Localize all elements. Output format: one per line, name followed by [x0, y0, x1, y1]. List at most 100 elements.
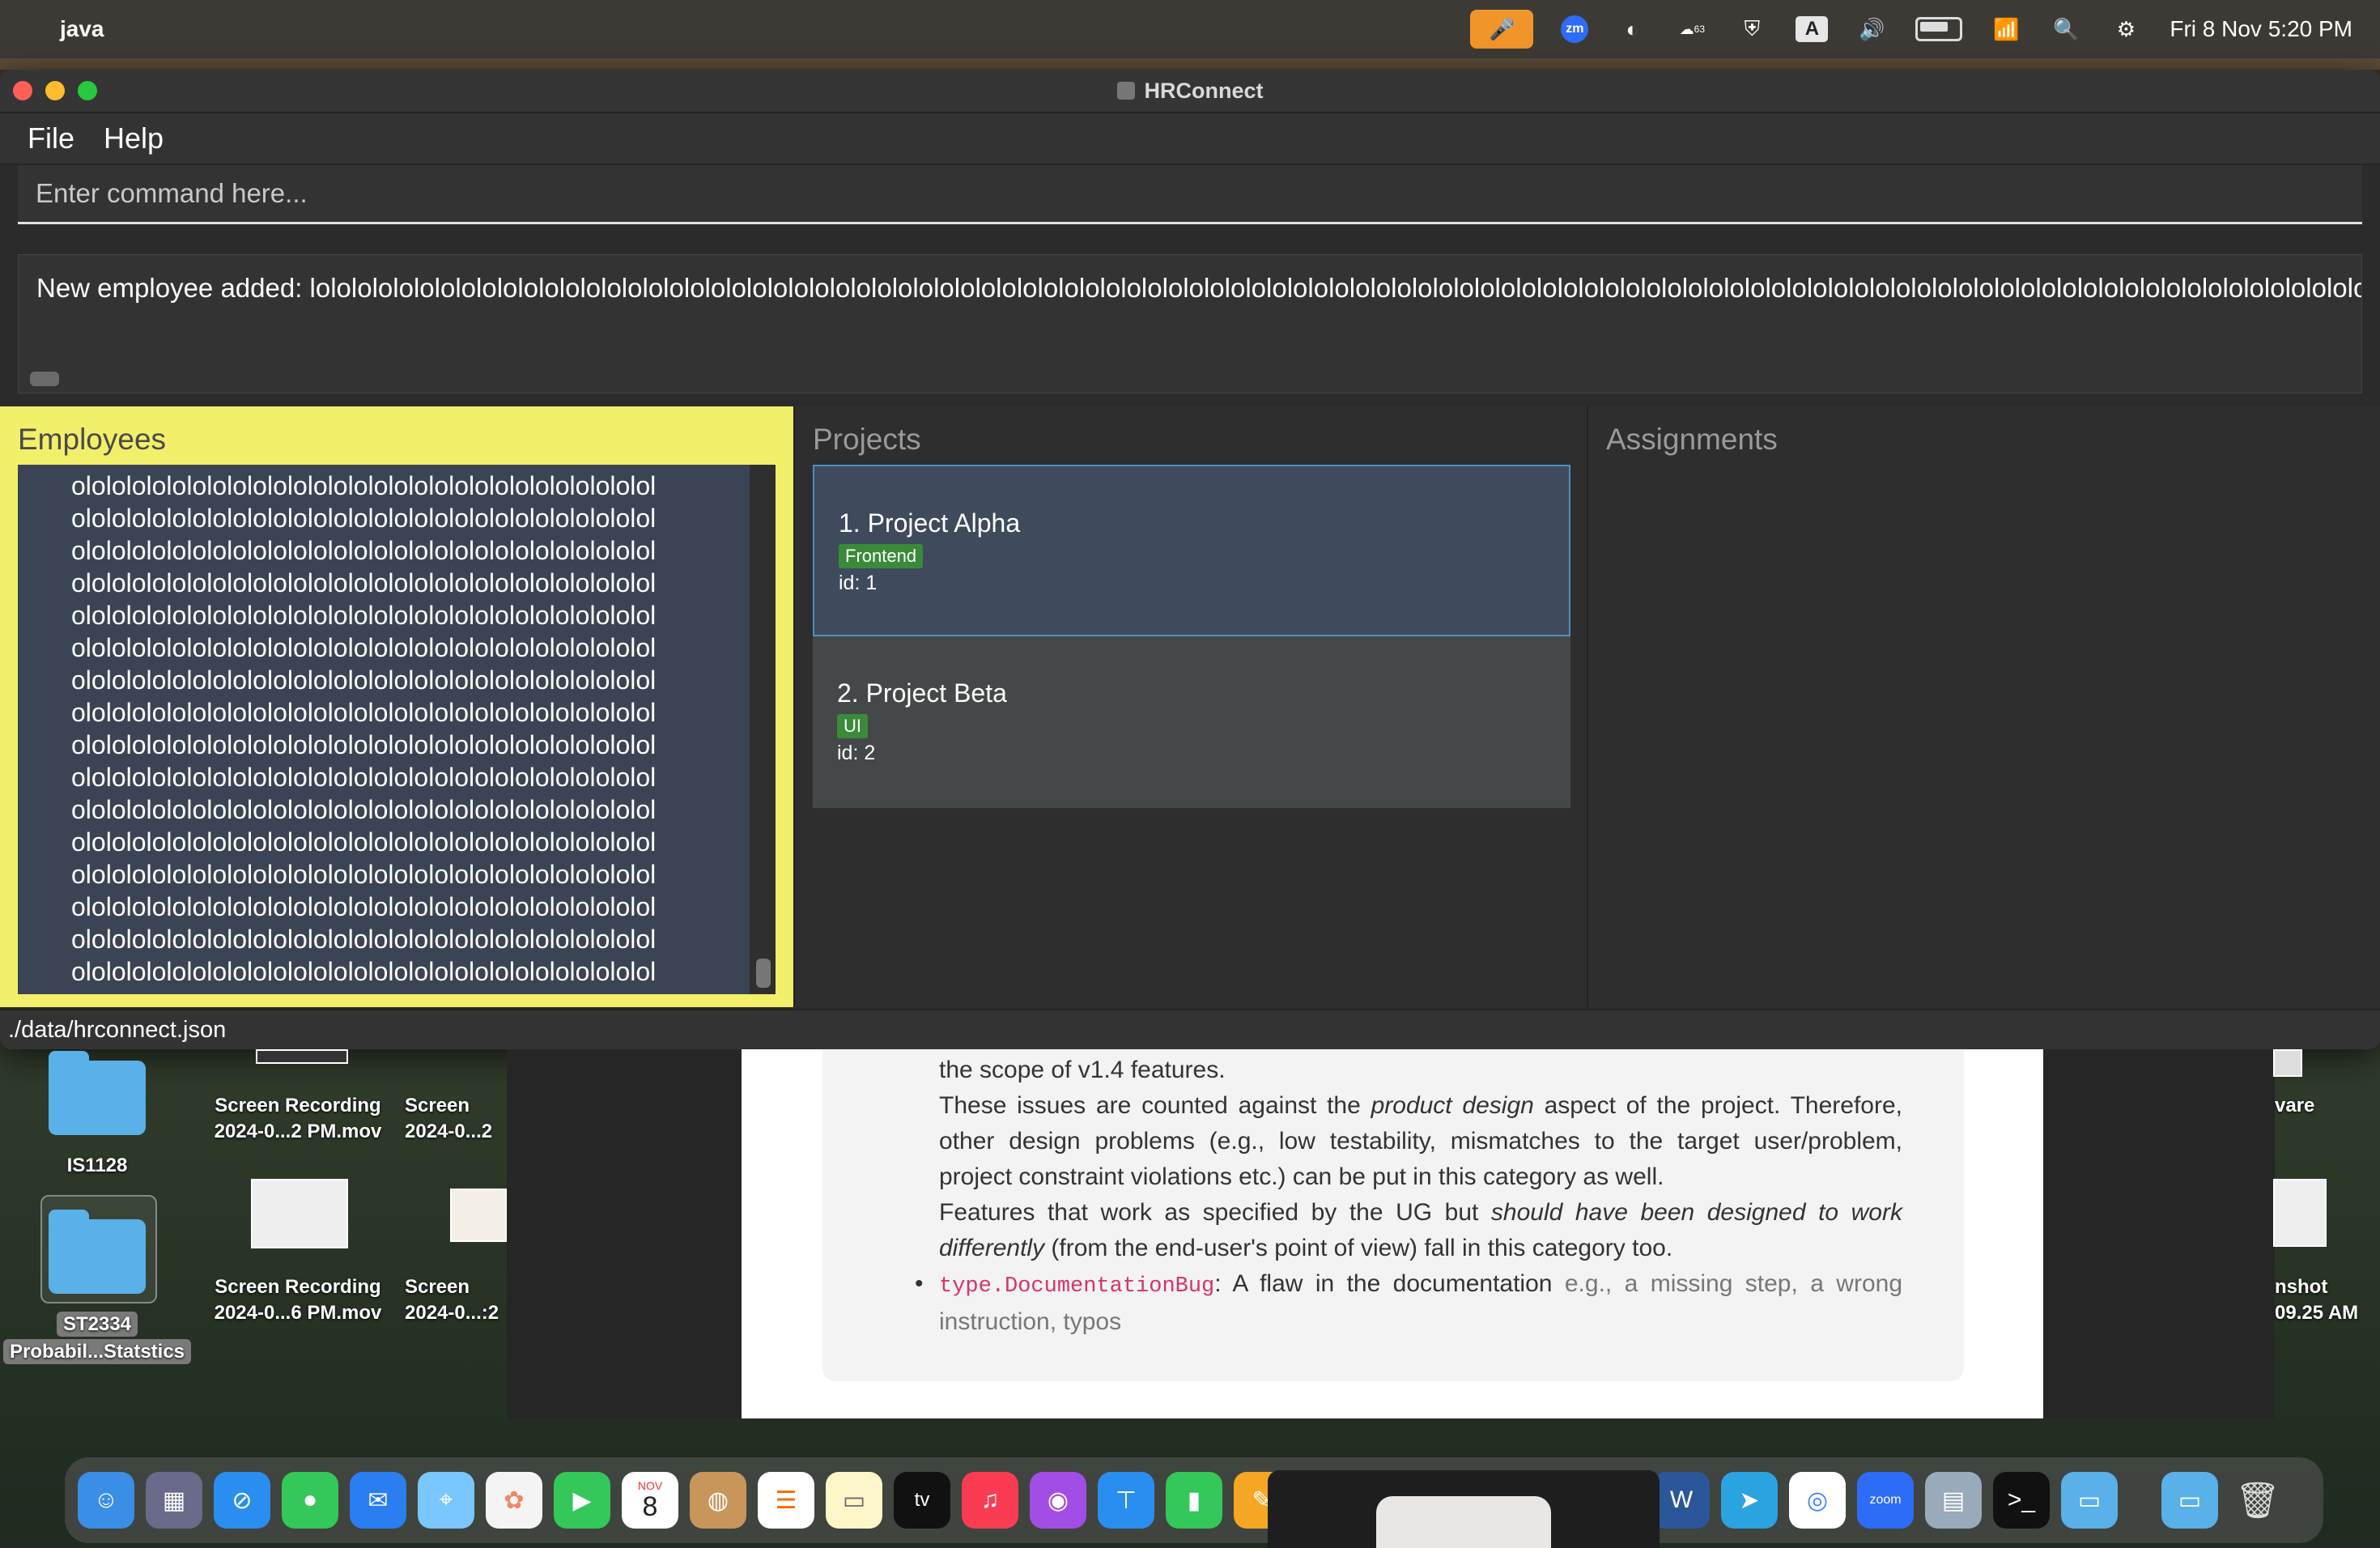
messages-icon[interactable]: ● [282, 1472, 338, 1529]
folder-icon[interactable] [49, 1051, 146, 1135]
image-thumbnail[interactable] [450, 1189, 507, 1242]
bullet-icon: • [915, 1270, 924, 1297]
desktop-item-label-wrap: ST2334 [32, 1312, 162, 1337]
menu-help[interactable]: Help [104, 121, 164, 155]
numbers-icon[interactable]: ▮ [1166, 1472, 1222, 1529]
calendar-icon[interactable]: NOV 8 [622, 1472, 678, 1529]
keynote-icon[interactable]: ⊤ [1098, 1472, 1154, 1529]
reminders-icon[interactable]: ☰ [758, 1472, 814, 1529]
desktop-item-label[interactable]: 2024-0...2 [405, 1121, 507, 1143]
list-item: olololololololololololololololololololol… [71, 536, 657, 565]
menubar-clock[interactable]: Fri 8 Nov 5:20 PM [2170, 16, 2352, 42]
desktop-item-label[interactable]: Screen [405, 1095, 507, 1117]
podcasts-icon[interactable]: ◉ [1030, 1472, 1086, 1529]
doc-text: These issues are counted against the [939, 1092, 1371, 1119]
desktop-item-label[interactable]: Screen [405, 1276, 507, 1299]
app-menu-name[interactable]: java [60, 16, 104, 42]
doc-bullet: • type.DocumentationBug: A flaw in the do… [915, 1266, 1902, 1340]
shield-icon[interactable]: ⛨ [1736, 13, 1768, 45]
microphone-icon[interactable]: 🎤 [1470, 10, 1534, 49]
project-card[interactable]: 2. Project Beta UI id: 2 [813, 636, 1570, 808]
apple-tv-icon[interactable]: tv [894, 1472, 950, 1529]
mail-icon[interactable]: ✉ [350, 1472, 406, 1529]
wifi-icon[interactable]: 📶 [1990, 13, 2022, 45]
notes-icon[interactable]: ▭ [826, 1472, 882, 1529]
hrconnect-window: HRConnect File Help New employee added: … [0, 70, 2380, 1049]
command-box [18, 165, 2362, 224]
contacts-icon[interactable]: ◍ [690, 1472, 746, 1529]
telegram-icon[interactable]: ➤ [1721, 1472, 1778, 1529]
desktop-item-label[interactable]: Probabil...Statstics [2, 1339, 192, 1364]
search-icon[interactable]: 🔍 [2050, 13, 2082, 45]
photos-icon[interactable]: ✿ [486, 1472, 542, 1529]
zoom-window-button[interactable] [78, 81, 97, 100]
zoom-app-icon[interactable]: zoom [1857, 1472, 1914, 1529]
desktop-item-label[interactable]: ST2334 [56, 1312, 138, 1337]
input-source-icon[interactable]: A [1796, 16, 1829, 42]
zoom-icon[interactable]: zm [1561, 15, 1589, 43]
desktop-wallpaper-strip [0, 58, 2380, 70]
employees-panel: Employees ololololololololololololololol… [0, 406, 793, 1007]
panels-row: Employees ololololololololololololololol… [0, 406, 2380, 1007]
downloads-folder-icon[interactable]: ▭ [2161, 1472, 2218, 1529]
desktop-item-label[interactable]: nshot [2275, 1276, 2372, 1299]
sync-icon[interactable]: ◐ [1616, 13, 1648, 45]
result-display[interactable]: New employee added: lolololololololololo… [18, 254, 2362, 393]
desktop-item-label[interactable]: 09.25 AM [2275, 1302, 2372, 1325]
list-item: olololololololololololololololololololol… [71, 698, 657, 727]
safari-icon[interactable]: ⊘ [214, 1472, 270, 1529]
desktop-item-label[interactable]: Screen Recording [194, 1276, 402, 1299]
notification-badge-icon[interactable]: ☁ 63 [1676, 13, 1708, 45]
folder-icon[interactable] [49, 1210, 146, 1294]
project-card[interactable]: 1. Project Alpha Frontend id: 1 [813, 465, 1570, 636]
list-item: olololololololololololololololololololol… [71, 925, 657, 954]
folder-icon[interactable]: ▭ [2061, 1472, 2118, 1529]
list-item: olololololololololololololololololololol… [71, 827, 657, 857]
tv-label: tv [914, 1489, 930, 1511]
zoom-label: zoom [1869, 1493, 1902, 1507]
employee-list[interactable]: olololololololololololololololololololol… [18, 465, 776, 994]
project-id: id: 1 [839, 572, 878, 594]
facetime-icon[interactable]: ▶ [554, 1472, 610, 1529]
projects-panel: Projects 1. Project Alpha Frontend id: 1… [793, 406, 1587, 1007]
employee-vertical-scrollbar[interactable] [750, 465, 776, 994]
calendar-month: NOV [637, 1479, 663, 1492]
finder-icon[interactable]: ☺ [78, 1472, 134, 1529]
desktop-item-label[interactable]: 2024-0...:2 [405, 1302, 507, 1325]
desktop-item-label[interactable]: IS1128 [32, 1155, 162, 1177]
command-input[interactable] [18, 165, 2362, 222]
battery-icon[interactable] [1915, 17, 1963, 41]
list-item: olololololololololololololololololololol… [71, 957, 657, 986]
control-center-icon[interactable]: ⚙ [2110, 13, 2142, 45]
dock: ☺ ▦ ⊘ ● ✉ ⌖ ✿ ▶ NOV 8 ◍ ☰ ▭ tv ♫ ◉ ⊤ ▮ ✎ … [65, 1457, 2323, 1543]
video-thumbnail[interactable] [251, 1179, 348, 1248]
image-thumbnail[interactable] [2273, 1179, 2327, 1247]
desktop-item-label[interactable]: Screen Recording [194, 1095, 402, 1117]
preview-icon[interactable]: ▤ [1925, 1472, 1982, 1529]
chrome-icon[interactable]: ◎ [1789, 1472, 1846, 1529]
close-window-button[interactable] [13, 81, 32, 100]
desktop-item-label[interactable]: 2024-0...6 PM.mov [194, 1302, 402, 1325]
result-horizontal-scrollbar[interactable] [30, 372, 59, 386]
employees-label: Employees [18, 423, 167, 456]
music-icon[interactable]: ♫ [962, 1472, 1018, 1529]
list-item: olololololololololololololololololololol… [71, 666, 657, 695]
maps-icon[interactable]: ⌖ [418, 1472, 474, 1529]
window-titlebar[interactable]: HRConnect [0, 70, 2380, 113]
terminal-icon[interactable]: >_ [1993, 1472, 2050, 1529]
desktop-item-label[interactable]: 2024-0...2 PM.mov [194, 1121, 402, 1143]
traffic-lights [13, 81, 97, 100]
scrollbar-thumb[interactable] [756, 959, 771, 988]
word-icon[interactable]: W [1653, 1472, 1710, 1529]
list-item: olololololololololololololololololololol… [71, 568, 657, 598]
minimize-window-button[interactable] [45, 81, 65, 100]
list-item: olololololololololololololololololololol… [71, 504, 657, 533]
volume-icon[interactable]: 🔊 [1855, 13, 1888, 45]
project-name: 1. Project Alpha [839, 508, 1021, 538]
image-thumbnail[interactable] [2273, 1049, 2302, 1077]
launchpad-icon[interactable]: ▦ [146, 1472, 202, 1529]
desktop-item-label[interactable]: vare [2275, 1095, 2372, 1117]
menu-file[interactable]: File [28, 121, 74, 155]
video-thumbnail[interactable] [256, 1049, 348, 1064]
trash-icon[interactable]: 🗑 [2229, 1472, 2286, 1529]
